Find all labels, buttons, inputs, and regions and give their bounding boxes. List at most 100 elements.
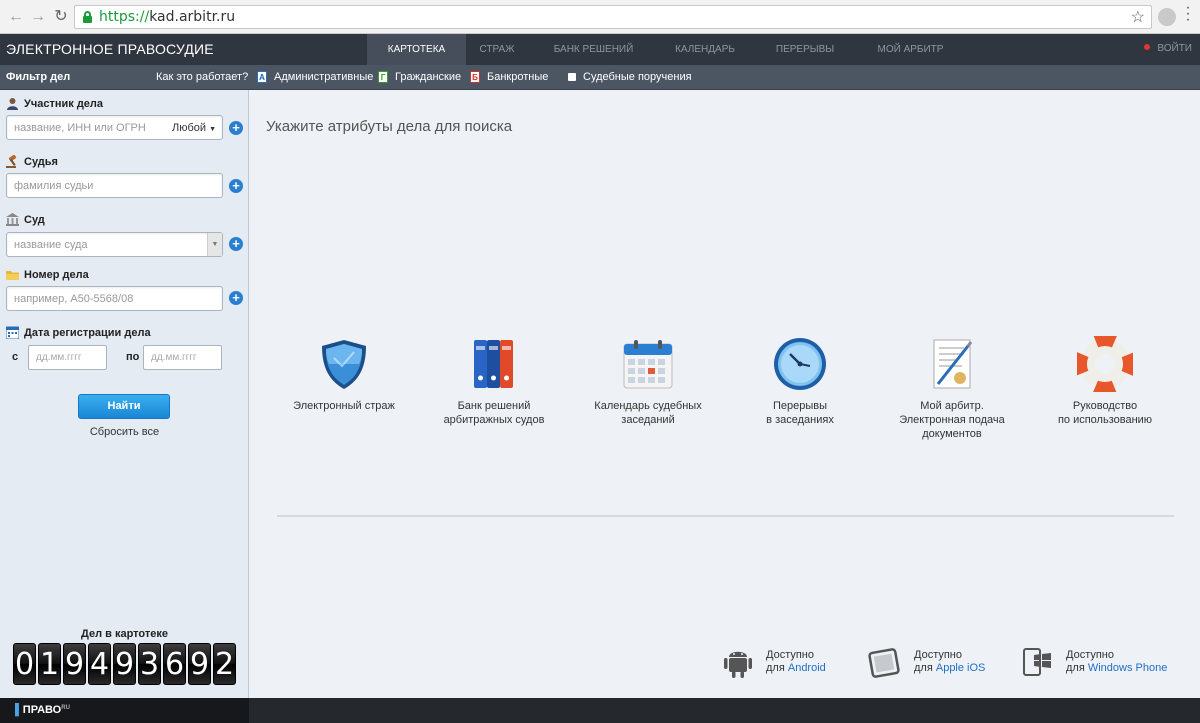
platform-available-label: Доступно [914, 649, 963, 661]
platform-android[interactable]: Доступно для Android [720, 645, 826, 679]
address-url[interactable]: https://kad.arbitr.ru [99, 9, 235, 25]
service-electronic-guard[interactable]: Электронный страж [269, 336, 419, 413]
windows-phone-link[interactable]: Windows Phone [1088, 662, 1168, 674]
court-label: Суд [6, 213, 45, 226]
filter-type-label: Административные [274, 71, 374, 83]
chevron-down-icon: ▼ [209, 126, 216, 133]
service-my-arbitr[interactable]: Мой арбитр. Электронная подача документо… [877, 336, 1027, 441]
add-participant-button[interactable]: + [229, 121, 243, 135]
person-icon [6, 97, 19, 110]
add-court-button[interactable]: + [229, 237, 243, 251]
calendar-icon [620, 336, 676, 392]
filter-type-label: Банкротные [487, 71, 549, 83]
filter-bar: Фильтр дел Как это работает? А Администра… [0, 65, 1200, 90]
platform-available-label: Доступно [1066, 649, 1115, 661]
pravo-logo[interactable]: ▌ПРАВОRU [15, 704, 70, 716]
tab-calendar[interactable]: КАЛЕНДАРЬ [659, 34, 751, 65]
forward-icon[interactable]: → [28, 7, 48, 27]
tab-breaks[interactable]: ПЕРЕРЫВЫ [751, 34, 859, 65]
counter-digit: 1 [38, 643, 61, 685]
court-placeholder: название суда [14, 239, 88, 251]
tab-my-arbitr[interactable]: МОЙ АРБИТР [859, 34, 962, 65]
gavel-icon [6, 154, 19, 168]
administrative-badge-icon: А [257, 71, 267, 83]
bankruptcy-badge-icon: Б [470, 71, 480, 83]
case-counter: 0 1 9 4 9 3 6 9 2 [13, 643, 236, 685]
filter-type-administrative[interactable]: А Административные [257, 71, 373, 83]
counter-digit: 0 [13, 643, 36, 685]
date-to-input[interactable]: дд.мм.гггг [143, 345, 222, 370]
date-to-placeholder: дд.мм.гггг [151, 352, 197, 363]
court-label-text: Суд [24, 213, 45, 226]
login-link[interactable]: ВОЙТИ [1144, 43, 1192, 54]
case-number-label: Номер дела [6, 268, 89, 281]
service-label: Календарь судебных заседаний [594, 400, 702, 426]
android-link[interactable]: Android [788, 662, 826, 674]
case-number-placeholder: например, А50-5568/08 [14, 293, 134, 305]
content-divider [277, 515, 1174, 517]
service-label: Перерывы в заседаниях [766, 400, 834, 426]
judge-placeholder: фамилия судьи [14, 180, 94, 192]
clock-icon [772, 336, 828, 392]
service-decisions-bank[interactable]: Банк решений арбитражных судов [419, 336, 569, 427]
filter-type-civil[interactable]: Г Гражданские [378, 71, 461, 83]
counter-digit: 9 [188, 643, 211, 685]
service-guide[interactable]: Руководство по использованию [1030, 332, 1180, 427]
apple-ios-link[interactable]: Apple iOS [936, 662, 986, 674]
court-select[interactable]: название суда ▼ [6, 232, 223, 257]
reload-icon[interactable]: ↻ [51, 7, 71, 27]
participant-role-value: Любой [171, 122, 206, 134]
platform-ios[interactable]: Доступно для Apple iOS [868, 645, 985, 679]
status-dot-icon [1144, 44, 1151, 50]
service-breaks[interactable]: Перерывы в заседаниях [725, 336, 875, 427]
page-title: Укажите атрибуты дела для поиска [266, 118, 513, 135]
browser-menu-icon[interactable]: · · · [1183, 0, 1193, 28]
service-court-calendar[interactable]: Календарь судебных заседаний [573, 336, 723, 427]
windows-phone-icon [1020, 645, 1056, 679]
filter-type-bankruptcy[interactable]: Б Банкротные [470, 71, 548, 83]
judge-input[interactable]: фамилия судьи [6, 173, 223, 198]
binders-icon [466, 336, 522, 392]
add-judge-button[interactable]: + [229, 179, 243, 193]
reset-all-link[interactable]: Сбросить все [0, 426, 249, 438]
filter-type-court-orders[interactable]: Судебные поручения [568, 71, 692, 83]
participant-placeholder: название, ИНН или ОГРН [14, 122, 146, 134]
court-orders-badge-icon [568, 73, 576, 81]
participant-role-select[interactable]: Любой ▼ [172, 122, 216, 134]
reg-date-label-text: Дата регистрации дела [24, 326, 151, 339]
extension-icon[interactable] [1158, 8, 1176, 26]
back-icon[interactable]: ← [6, 7, 26, 27]
courthouse-icon [6, 213, 19, 226]
folder-icon [6, 268, 19, 281]
site-brand[interactable]: ЭЛЕКТРОННОЕ ПРАВОСУДИЕ [6, 41, 214, 57]
service-label: Мой арбитр. Электронная подача документо… [899, 400, 1005, 440]
url-scheme: https:// [99, 9, 150, 25]
login-label: ВОЙТИ [1157, 43, 1192, 54]
tab-kartoteka[interactable]: КАРТОТЕКА [367, 34, 466, 65]
platform-for-label: для [914, 662, 936, 674]
how-it-works-link[interactable]: Как это работает? [156, 71, 248, 83]
platform-windows-phone[interactable]: Доступно для Windows Phone [1020, 645, 1167, 679]
chevron-down-icon[interactable]: ▼ [207, 233, 222, 256]
tab-bank-resheniy[interactable]: БАНК РЕШЕНИЙ [528, 34, 659, 65]
lifebuoy-icon [1073, 332, 1137, 396]
participant-input[interactable]: название, ИНН или ОГРН Любой ▼ [6, 115, 223, 140]
service-label: Руководство по использованию [1057, 400, 1153, 426]
find-button[interactable]: Найти [78, 394, 170, 419]
date-from-input[interactable]: дд.мм.гггг [28, 345, 107, 370]
bookmark-star-icon[interactable]: ☆ [1131, 7, 1145, 27]
judge-label-text: Судья [24, 155, 58, 168]
address-bar[interactable]: https://kad.arbitr.ru ☆ [74, 5, 1152, 29]
add-case-number-button[interactable]: + [229, 291, 243, 305]
case-number-input[interactable]: например, А50-5568/08 [6, 286, 223, 311]
browser-toolbar: ← → ↻ https://kad.arbitr.ru ☆ · · · [0, 0, 1200, 34]
tab-strazh[interactable]: СТРАЖ [466, 34, 528, 65]
ipad-icon [868, 645, 904, 679]
android-icon [720, 645, 756, 679]
url-host: kad.arbitr.ru [149, 9, 236, 25]
counter-digit: 2 [213, 643, 236, 685]
main-tabs: КАРТОТЕКА СТРАЖ БАНК РЕШЕНИЙ КАЛЕНДАРЬ П… [367, 34, 962, 65]
pravo-mark-icon: ▌ [15, 704, 23, 716]
date-from-label: с [12, 351, 19, 363]
civil-badge-icon: Г [378, 71, 388, 83]
